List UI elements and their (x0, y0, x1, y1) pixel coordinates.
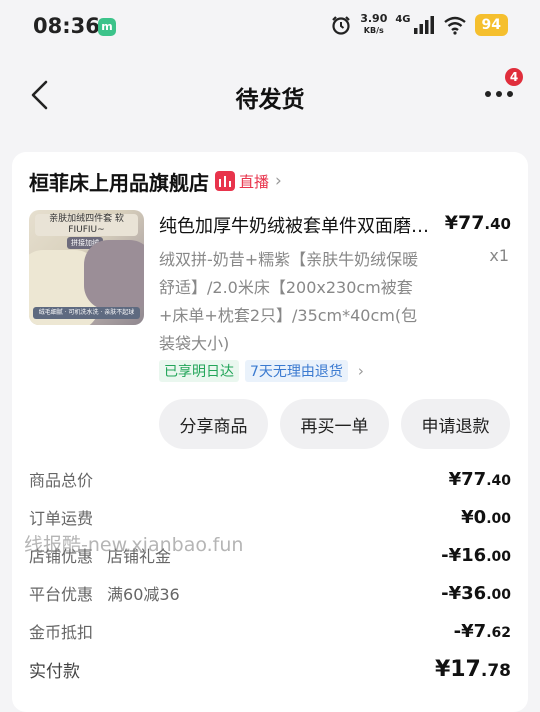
battery-level: 94 (474, 13, 508, 36)
summary-sublabel: 店铺礼金 (107, 547, 172, 566)
product-price-integer: ¥77 (444, 212, 485, 234)
network-speed-value: 3.90 (360, 12, 388, 25)
summary-value: ¥0.00 (461, 507, 511, 528)
product-spec: 绒双拼-奶昔+糯紫【亲肤牛奶绒保暖舒适】/2.0米床【200x230cm被套+床… (159, 250, 419, 353)
next-day-delivery-tag: 已享明日达 (159, 360, 239, 382)
product-title[interactable]: 纯色加厚牛奶绒被套单件双面磨毛珊瑚绒 (159, 212, 439, 238)
service-tags[interactable]: 已享明日达 7天无理由退货 › (159, 360, 364, 382)
summary-value: ¥77.40 (449, 469, 511, 490)
network-speed-unit: KB/s (363, 26, 384, 35)
chevron-right-icon: › (275, 171, 282, 191)
summary-row-shipping: 订单运费 ¥0.00 (29, 498, 511, 536)
alarm-clock-icon (330, 14, 352, 36)
status-time: 08:36 (33, 14, 100, 38)
total-value-decimal: .78 (480, 660, 511, 681)
summary-value-integer: -¥16 (441, 544, 487, 566)
product-image-caption: 亲肤加绒四件套 软FIUFIU~ (35, 214, 138, 236)
return-policy-tag: 7天无理由退货 (245, 360, 348, 382)
store-header[interactable]: 桓菲床上用品旗舰店 直播 › (29, 166, 282, 196)
store-name[interactable]: 桓菲床上用品旗舰店 (29, 167, 209, 196)
live-stream-icon (215, 171, 235, 191)
summary-row-subtotal: 商品总价 ¥77.40 (29, 460, 511, 498)
summary-label: 店铺优惠 (29, 547, 94, 566)
summary-sublabel: 满60减36 (107, 585, 180, 604)
summary-value-decimal: .62 (486, 624, 511, 641)
summary-value-integer: ¥77 (448, 468, 487, 490)
summary-value-decimal: .00 (486, 586, 511, 603)
product-image-footer: 绒毛细腻 · 可机洗水洗 · 亲肤不起球 (33, 307, 140, 319)
signal-strength-icon (413, 15, 435, 35)
summary-value-integer: -¥7 (453, 620, 487, 642)
summary-value-decimal: .40 (486, 472, 511, 489)
action-buttons: 分享商品 再买一单 申请退款 (159, 399, 510, 449)
network-type: 4G (395, 14, 411, 25)
summary-value: -¥16.00 (441, 545, 511, 566)
summary-value: -¥36.00 (441, 583, 511, 604)
price-summary: 商品总价 ¥77.40 订单运费 ¥0.00 店铺优惠 店铺礼金 -¥16.00… (29, 460, 511, 688)
chevron-right-icon: › (357, 362, 364, 380)
summary-label: 平台优惠 (29, 585, 94, 604)
product-price: ¥77.40 (445, 212, 511, 234)
status-bar: 08:36 m 3.90 KB/s 4G 94 (0, 0, 540, 56)
status-indicators: 3.90 KB/s 4G 94 (330, 13, 508, 36)
summary-value-integer: -¥36 (441, 582, 487, 604)
summary-row-total: 实付款 ¥17.78 (29, 650, 511, 688)
summary-value-decimal: .00 (486, 510, 511, 527)
total-value-integer: ¥17 (434, 656, 481, 682)
product-image[interactable]: 亲肤加绒四件套 软FIUFIU~ 拼接加绒 绒毛细腻 · 可机洗水洗 · 亲肤不… (29, 210, 144, 325)
summary-row-coin-deduction: 金币抵扣 -¥7.62 (29, 612, 511, 650)
live-label: 直播 (239, 172, 270, 191)
page-title: 待发货 (235, 87, 305, 113)
total-value: ¥17.78 (435, 657, 511, 682)
summary-value-decimal: .00 (486, 548, 511, 565)
summary-value-integer: ¥0 (461, 506, 487, 528)
summary-label: 商品总价 (29, 471, 94, 490)
summary-row-store-discount: 店铺优惠 店铺礼金 -¥16.00 (29, 536, 511, 574)
summary-value: -¥7.62 (454, 621, 511, 642)
total-label: 实付款 (29, 661, 80, 682)
notification-app-icon: m (98, 18, 116, 36)
request-refund-button[interactable]: 申请退款 (401, 399, 510, 449)
more-options-icon[interactable] (482, 84, 516, 104)
product-price-decimal: .40 (484, 215, 511, 233)
notification-badge: 4 (505, 68, 523, 86)
live-badge[interactable]: 直播 (215, 171, 269, 192)
navigation-bar: 待发货 4 (0, 56, 540, 136)
wifi-icon (443, 15, 467, 35)
summary-label: 订单运费 (29, 509, 94, 528)
summary-label: 金币抵扣 (29, 623, 94, 642)
network-speed: 3.90 KB/s (360, 13, 387, 36)
product-quantity: x1 (489, 246, 509, 265)
summary-row-platform-discount: 平台优惠 满60减36 -¥36.00 (29, 574, 511, 612)
share-product-button[interactable]: 分享商品 (159, 399, 268, 449)
order-card: 桓菲床上用品旗舰店 直播 › 亲肤加绒四件套 软FIUFIU~ 拼接加绒 绒毛细… (12, 152, 528, 712)
buy-again-button[interactable]: 再买一单 (280, 399, 389, 449)
